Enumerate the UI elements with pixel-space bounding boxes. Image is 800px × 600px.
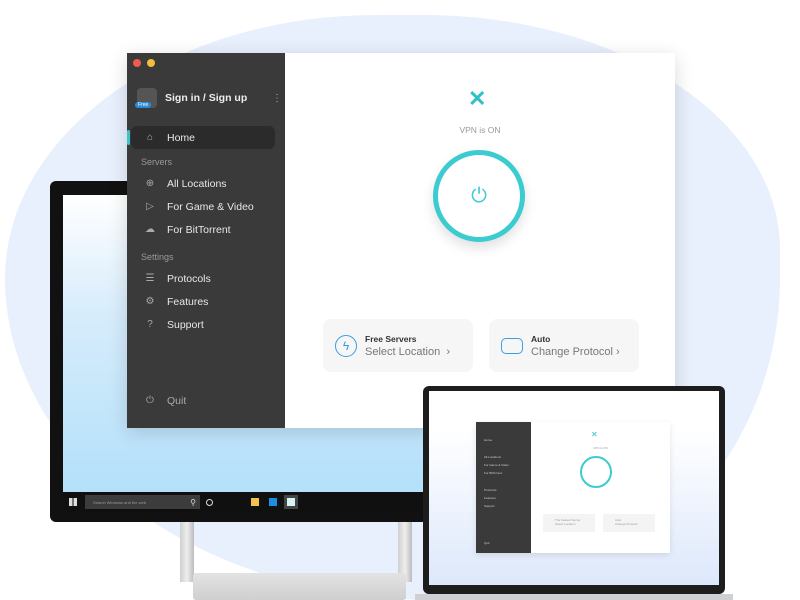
file-explorer-icon[interactable] [251, 498, 259, 506]
power-button[interactable]: ⏻ [433, 150, 525, 242]
minimize-button[interactable] [147, 59, 155, 67]
power-icon: ⏻ [146, 395, 154, 406]
monitor-base [193, 573, 406, 600]
servers-header: Servers [141, 157, 173, 167]
mini-power-button [580, 456, 612, 488]
vpn-status: VPN is ON [459, 125, 501, 135]
app-logo: ✕ [468, 86, 487, 111]
sidebar-item-home[interactable]: ⌂ Home [127, 126, 275, 149]
laptop-base [415, 594, 733, 600]
globe-icon: ⊕ [145, 178, 155, 189]
sidebar-item-all-locations[interactable]: ⊕ All Locations [131, 172, 275, 195]
store-icon[interactable] [269, 498, 277, 506]
windows-taskbar: Search Windows and the web ⚲ [63, 492, 423, 512]
laptop: Home All Locations For Game & Video For … [423, 386, 725, 594]
stand-leg [180, 522, 194, 582]
play-icon: ▷ [146, 201, 154, 212]
app-logo: ✕ [591, 430, 598, 439]
cloud-download-icon: ☁ [145, 224, 155, 235]
quit-button[interactable]: ⏻ Quit [131, 389, 275, 412]
cortana-icon[interactable] [206, 498, 213, 506]
gear-icon: ⚙ [145, 296, 155, 307]
lightning-icon: ϟ [335, 334, 357, 357]
sidebar-item-features[interactable]: ⚙ Features [131, 290, 275, 313]
avatar: Free [135, 88, 157, 108]
home-icon: ⌂ [146, 132, 154, 143]
chevron-right-icon: › [443, 345, 451, 358]
server-icon: ☰ [145, 273, 155, 284]
sidebar-item-game-video[interactable]: ▷ For Game & Video [131, 195, 275, 218]
power-icon: ⏻ [471, 184, 487, 207]
sidebar-item-support[interactable]: ? Support [131, 313, 275, 336]
close-button[interactable] [133, 59, 141, 67]
laptop-screen: Home All Locations For Game & Video For … [429, 391, 719, 585]
mini-vpn-app: Home All Locations For Game & Video For … [476, 422, 670, 553]
main-panel: ✕ VPN is ON ⏻ ϟ Free Servers Select Locat… [285, 53, 675, 428]
settings-header: Settings [141, 252, 174, 262]
sidebar: Free Sign in / Sign up ⋮ ⌂ Home Servers ⊕… [127, 53, 285, 428]
sidebar-item-bittorrent[interactable]: ☁ For BitTorrent [131, 218, 275, 241]
search-icon: ⚲ [190, 497, 196, 507]
taskbar-search[interactable]: Search Windows and the web ⚲ [85, 495, 200, 509]
sidebar-item-protocols[interactable]: ☰ Protocols [131, 267, 275, 290]
protocol-toggle-icon [501, 337, 523, 354]
free-badge: Free [135, 102, 152, 108]
windows-start-icon[interactable] [69, 498, 77, 506]
chevron-right-icon: › [616, 345, 620, 358]
sign-in-button[interactable]: Free Sign in / Sign up ⋮ [135, 88, 282, 108]
vpn-taskbar-icon[interactable] [284, 495, 298, 509]
select-location-card[interactable]: ϟ Free Servers Select Location › [323, 319, 473, 372]
change-protocol-card[interactable]: Auto Change Protocol › [489, 319, 639, 372]
vpn-app-window: Free Sign in / Sign up ⋮ ⌂ Home Servers ⊕… [127, 53, 675, 428]
kebab-icon[interactable]: ⋮ [272, 93, 282, 104]
help-icon: ? [147, 319, 153, 330]
